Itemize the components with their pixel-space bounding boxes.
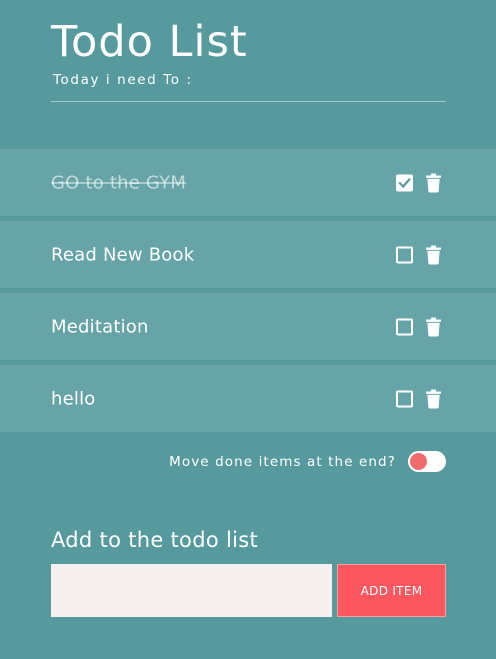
- trash-icon[interactable]: [426, 245, 441, 264]
- todo-list: GO to the GYM Read New Book Meditation h…: [0, 149, 496, 437]
- add-section-title: Add to the todo list: [51, 528, 259, 552]
- move-done-toggle[interactable]: [408, 451, 446, 472]
- checkbox-icon[interactable]: [396, 390, 413, 407]
- todo-app: Todo List Today i need To : GO to the GY…: [0, 0, 496, 659]
- todo-item-text: hello: [51, 388, 96, 409]
- page-title: Todo List: [51, 17, 248, 67]
- checkbox-icon[interactable]: [396, 246, 413, 263]
- todo-item-text: GO to the GYM: [51, 172, 187, 193]
- trash-icon[interactable]: [426, 173, 441, 192]
- move-done-setting: Move done items at the end?: [0, 451, 446, 475]
- toggle-knob: [410, 453, 427, 470]
- add-item-input[interactable]: [51, 564, 332, 617]
- add-item-button[interactable]: ADD ITEM: [337, 564, 446, 617]
- header-divider: [51, 101, 446, 102]
- trash-icon[interactable]: [426, 317, 441, 336]
- todo-item-text: Read New Book: [51, 244, 195, 265]
- move-done-label: Move done items at the end?: [169, 454, 396, 470]
- todo-item-text: Meditation: [51, 316, 149, 337]
- checkbox-icon[interactable]: [396, 174, 413, 191]
- checkbox-icon[interactable]: [396, 318, 413, 335]
- trash-icon[interactable]: [426, 389, 441, 408]
- todo-item: Meditation: [0, 293, 496, 360]
- page-subtitle: Today i need To :: [53, 72, 193, 88]
- todo-item: GO to the GYM: [0, 149, 496, 216]
- todo-item: Read New Book: [0, 221, 496, 288]
- todo-item: hello: [0, 365, 496, 432]
